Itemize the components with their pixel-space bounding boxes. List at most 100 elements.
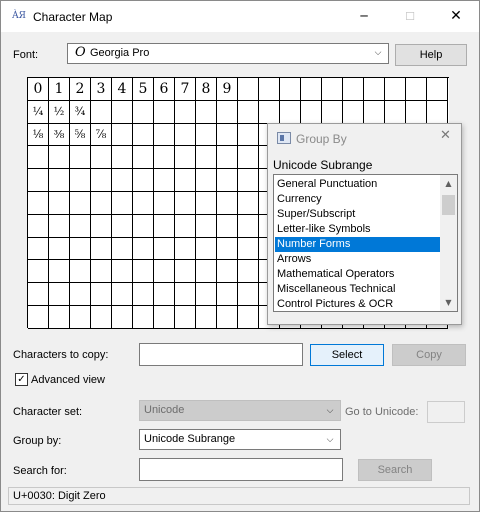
char-cell[interactable] [112,146,133,170]
char-cell[interactable] [154,169,175,192]
char-cell[interactable] [196,214,217,238]
char-cell[interactable] [70,214,91,238]
char-cell[interactable]: 4 [112,78,133,101]
char-cell[interactable] [217,169,238,192]
char-cell[interactable] [70,169,91,192]
char-cell[interactable] [154,260,175,284]
char-cell[interactable] [112,123,133,147]
char-cell[interactable] [385,78,406,101]
char-cell[interactable] [217,146,238,170]
char-cell[interactable] [175,214,196,238]
char-cell[interactable] [196,192,217,215]
char-cell[interactable] [112,306,133,329]
char-cell[interactable] [322,100,343,124]
subrange-list-item[interactable]: Mathematical Operators [275,267,440,282]
char-cell[interactable] [112,283,133,306]
char-cell[interactable]: 8 [196,78,217,101]
char-cell[interactable] [28,146,49,170]
help-button[interactable]: Help [395,44,467,66]
font-dropdown[interactable]: O Georgia Pro ⌵ [67,43,389,64]
char-cell[interactable] [133,100,154,124]
scrollbar-thumb[interactable] [442,195,455,215]
char-cell[interactable] [364,100,385,124]
char-cell[interactable] [175,123,196,147]
char-cell[interactable] [133,214,154,238]
char-cell[interactable] [133,123,154,147]
char-cell[interactable] [301,100,322,124]
subrange-list-item[interactable]: Currency [275,192,440,207]
char-cell[interactable] [154,306,175,329]
char-cell[interactable] [112,169,133,192]
char-cell[interactable] [238,78,259,101]
char-cell[interactable] [196,260,217,284]
char-cell[interactable] [301,78,322,101]
char-cell[interactable] [154,237,175,261]
char-cell[interactable]: ½ [49,100,70,124]
char-cell[interactable] [238,260,259,284]
char-cell[interactable] [406,100,427,124]
char-cell[interactable] [133,306,154,329]
char-cell[interactable] [112,237,133,261]
char-cell[interactable] [154,146,175,170]
char-cell[interactable] [28,169,49,192]
char-cell[interactable] [28,192,49,215]
subrange-list-item[interactable]: Miscellaneous Technical [275,282,440,297]
char-cell[interactable] [28,237,49,261]
char-cell[interactable] [112,192,133,215]
char-cell[interactable] [196,237,217,261]
char-cell[interactable] [175,169,196,192]
char-cell[interactable] [70,283,91,306]
char-cell[interactable] [175,100,196,124]
char-cell[interactable] [70,192,91,215]
char-cell[interactable] [217,192,238,215]
char-cell[interactable] [259,78,280,101]
char-cell[interactable] [49,283,70,306]
char-cell[interactable] [196,146,217,170]
char-cell[interactable] [238,100,259,124]
char-cell[interactable] [217,306,238,329]
char-cell[interactable] [70,306,91,329]
char-cell[interactable] [49,192,70,215]
char-cell[interactable] [154,123,175,147]
char-cell[interactable] [28,283,49,306]
subrange-listbox[interactable]: General Punctuation Currency Super/Subscri… [273,174,458,312]
char-cell[interactable] [91,260,112,284]
char-cell[interactable] [154,100,175,124]
group-by-dropdown[interactable]: Unicode Subrange ⌵ [139,429,341,450]
copy-button[interactable]: Copy [392,344,466,366]
char-cell[interactable] [385,100,406,124]
char-cell[interactable] [238,306,259,329]
char-cell[interactable] [91,306,112,329]
char-cell[interactable] [175,237,196,261]
char-cell[interactable]: ⅝ [70,123,91,147]
char-cell[interactable] [196,123,217,147]
char-cell[interactable] [133,169,154,192]
char-cell[interactable] [175,260,196,284]
char-cell[interactable] [91,192,112,215]
char-cell[interactable]: 6 [154,78,175,101]
char-cell[interactable] [112,100,133,124]
char-cell[interactable] [91,100,112,124]
char-cell[interactable] [238,283,259,306]
char-cell[interactable] [49,169,70,192]
char-cell[interactable] [238,237,259,261]
char-cell[interactable]: ¼ [28,100,49,124]
char-cell[interactable] [175,192,196,215]
char-cell[interactable] [154,283,175,306]
char-cell[interactable] [427,78,448,101]
char-cell[interactable] [133,283,154,306]
char-cell[interactable] [406,78,427,101]
char-cell[interactable] [49,214,70,238]
char-cell[interactable] [217,283,238,306]
character-set-dropdown[interactable]: Unicode ⌵ [139,400,341,421]
char-cell[interactable]: 3 [91,78,112,101]
char-cell[interactable] [259,100,280,124]
char-cell[interactable]: ⅛ [28,123,49,147]
char-cell[interactable] [217,260,238,284]
char-cell[interactable] [70,237,91,261]
go-to-unicode-input[interactable] [427,401,465,423]
char-cell[interactable] [49,146,70,170]
subrange-list-item[interactable]: Letter-like Symbols [275,222,440,237]
char-cell[interactable] [322,78,343,101]
scroll-down-arrow-icon[interactable]: ▼ [440,294,457,311]
